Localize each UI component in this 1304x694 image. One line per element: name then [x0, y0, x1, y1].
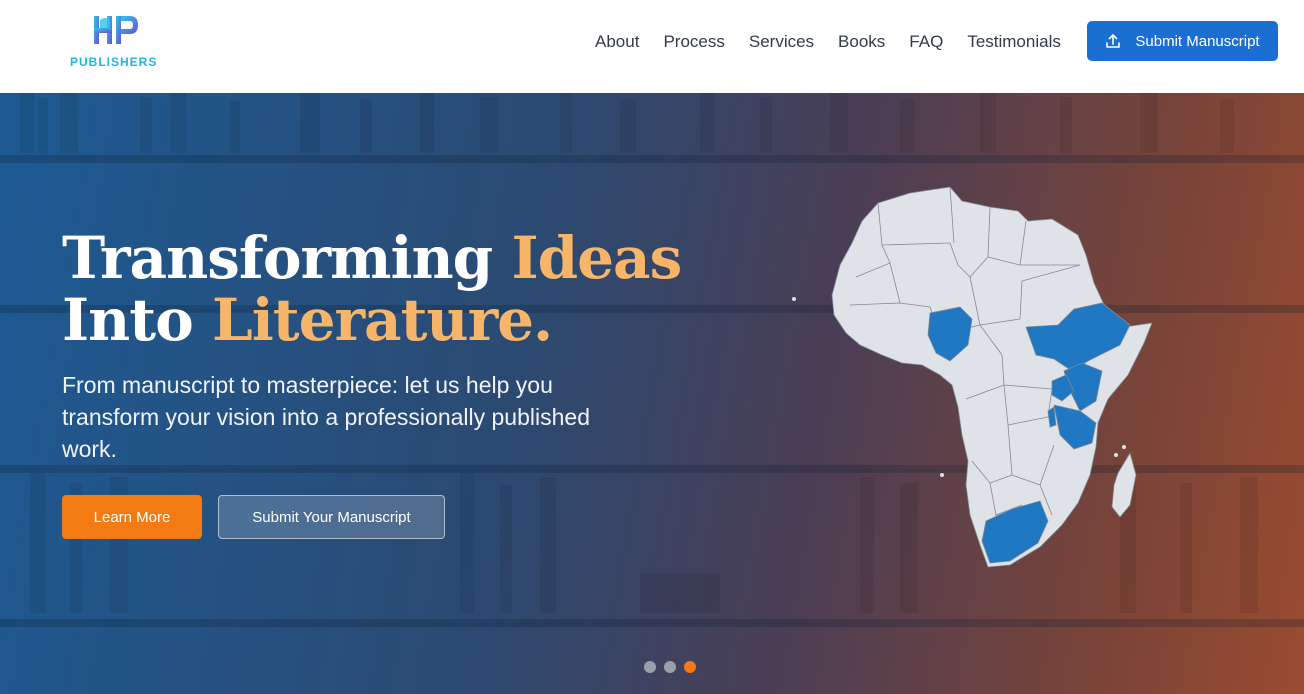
nav-services[interactable]: Services: [749, 30, 814, 54]
hero-subtitle: From manuscript to masterpiece: let us h…: [62, 372, 590, 462]
carousel-dot-3[interactable]: [684, 661, 696, 673]
logo-mark-icon: [94, 16, 138, 44]
carousel-dot-2[interactable]: [664, 661, 676, 673]
learn-more-button[interactable]: Learn More: [62, 495, 202, 539]
hero-section: Transforming Ideas Into Literature. From…: [0, 93, 1304, 694]
brand-name: PUBLISHERS: [70, 55, 158, 69]
hero-title-part1: Transforming: [62, 224, 493, 292]
submit-manuscript-label: Submit Manuscript: [1135, 32, 1260, 50]
carousel-dot-1[interactable]: [644, 661, 656, 673]
africa-map-icon: [792, 186, 1153, 568]
submit-your-manuscript-button[interactable]: Submit Your Manuscript: [218, 495, 445, 539]
hero-title: Transforming Ideas Into Literature.: [62, 227, 702, 351]
carousel-indicators: [644, 661, 696, 673]
nav-process[interactable]: Process: [663, 30, 724, 54]
upload-icon: [1106, 34, 1121, 48]
hero-title-part2: Into: [62, 286, 194, 354]
hero-title-accent1: Ideas: [511, 224, 682, 292]
nav-books[interactable]: Books: [838, 30, 885, 54]
nav-about[interactable]: About: [595, 30, 639, 54]
hero-title-accent2: Literature.: [211, 286, 553, 354]
site-header: PUBLISHERS About Process Services Books …: [0, 0, 1304, 93]
submit-manuscript-button[interactable]: Submit Manuscript: [1087, 21, 1278, 61]
nav-faq[interactable]: FAQ: [909, 30, 943, 54]
main-nav: About Process Services Books FAQ Testimo…: [595, 30, 1061, 54]
brand-logo[interactable]: PUBLISHERS: [70, 12, 156, 72]
nav-testimonials[interactable]: Testimonials: [967, 30, 1061, 54]
